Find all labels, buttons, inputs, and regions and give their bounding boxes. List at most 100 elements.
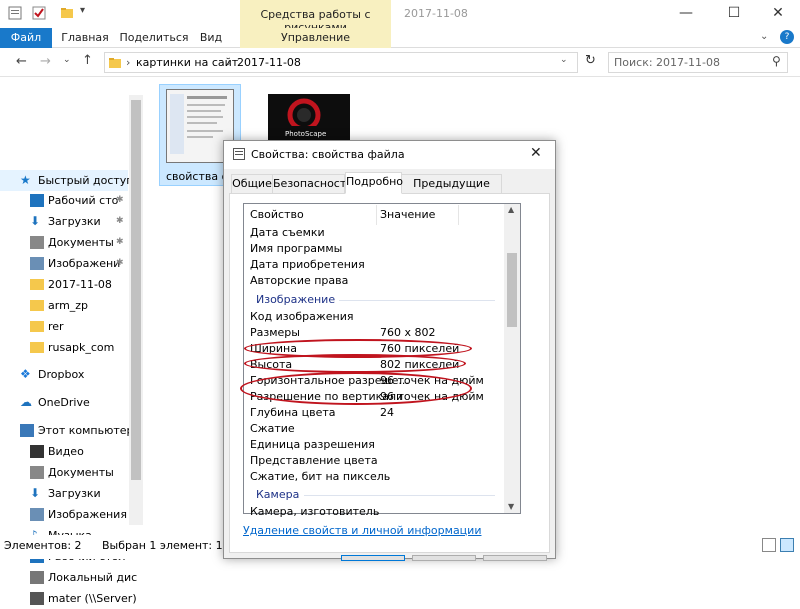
- minimize-button[interactable]: —: [664, 2, 708, 24]
- folder-icon: [30, 279, 44, 290]
- sidebar-item[interactable]: Документы ✱: [0, 232, 128, 253]
- sidebar-item-label: mater (\\Server): [48, 592, 137, 605]
- section-divider: [339, 300, 495, 301]
- sidebar-item[interactable]: Локальный дис: [0, 567, 137, 588]
- properties-icon: [233, 148, 245, 160]
- sidebar-item[interactable]: ⬇ Загрузки: [0, 483, 128, 504]
- close-button[interactable]: ✕: [756, 2, 800, 24]
- large-icons-view-icon[interactable]: [780, 538, 794, 552]
- folder-icon: [30, 342, 44, 353]
- sidebar-item[interactable]: Видео: [0, 441, 128, 462]
- pin-icon[interactable]: ✱: [116, 232, 124, 253]
- address-dropdown-icon[interactable]: ⌄: [560, 55, 568, 65]
- sidebar-item[interactable]: Этот компьютер: [0, 420, 134, 441]
- sidebar-item-label: Локальный дис: [48, 571, 138, 584]
- quick-access-dropdown[interactable]: ▾: [80, 5, 85, 16]
- tab-home[interactable]: Главная: [58, 28, 112, 48]
- breadcrumb-item[interactable]: картинки на сайт: [136, 56, 238, 69]
- column-header-value[interactable]: Значение: [380, 208, 435, 221]
- sidebar-item[interactable]: ⬇ Загрузки ✱: [0, 211, 128, 232]
- status-count: Элементов: 2: [4, 539, 82, 552]
- tab-view[interactable]: Вид: [196, 28, 226, 48]
- recent-dropdown-icon[interactable]: ⌄: [63, 55, 71, 65]
- sidebar-item-label: rer: [48, 320, 64, 333]
- property-name: Авторские права: [250, 274, 349, 287]
- sidebar-item-label: Документы: [48, 466, 114, 479]
- sidebar-item-label: Быстрый доступ: [38, 174, 134, 187]
- pin-icon[interactable]: ✱: [116, 253, 124, 274]
- sidebar-item[interactable]: ☁ OneDrive: [0, 392, 128, 413]
- sidebar-item[interactable]: rusapk_com: [0, 337, 128, 358]
- property-scrollbar-thumb[interactable]: [507, 253, 517, 327]
- sidebar-item-label: 2017-11-08: [48, 278, 112, 291]
- search-icon[interactable]: ⚲: [772, 54, 781, 68]
- apply-button[interactable]: [483, 555, 547, 561]
- back-icon[interactable]: ←: [16, 54, 27, 69]
- property-name: Представление цвета: [250, 454, 378, 467]
- property-name: Дата съемки: [250, 226, 325, 239]
- section-header: Камера: [256, 488, 300, 501]
- computer-icon: [20, 424, 34, 437]
- sidebar-item-label: OneDrive: [38, 396, 90, 409]
- sidebar-item[interactable]: Рабочий сто ✱: [0, 190, 128, 211]
- window-title: 2017-11-08: [404, 7, 468, 20]
- scroll-down-icon[interactable]: ▼: [508, 502, 514, 511]
- disk-icon: [30, 571, 44, 584]
- desktop-icon: [30, 194, 44, 207]
- tab-security[interactable]: Безопасность: [272, 174, 353, 194]
- sidebar-item-label: Документы: [48, 236, 114, 249]
- maximize-button[interactable]: ☐: [712, 2, 756, 24]
- sidebar-item[interactable]: rer: [0, 316, 128, 337]
- pin-icon[interactable]: ✱: [116, 211, 124, 232]
- sidebar-item-label: rusapk_com: [48, 341, 115, 354]
- sidebar-item[interactable]: ★ Быстрый доступ: [0, 170, 134, 191]
- tab-previous-versions[interactable]: Предыдущие версии: [401, 174, 502, 208]
- column-header-property[interactable]: Свойство: [250, 208, 304, 221]
- star-icon: ★: [20, 173, 31, 187]
- scroll-up-icon[interactable]: ▲: [508, 205, 514, 214]
- folder-icon[interactable]: [60, 6, 74, 20]
- network-drive-icon: [30, 592, 44, 605]
- property-name: Камера, изготовитель: [250, 505, 380, 518]
- sidebar-item[interactable]: 2017-11-08: [0, 274, 128, 295]
- breadcrumb-separator: ›: [227, 56, 232, 69]
- sidebar-item[interactable]: arm_zp: [0, 295, 128, 316]
- property-name: Сжатие, бит на пиксель: [250, 470, 391, 483]
- tab-share[interactable]: Поделиться: [118, 28, 190, 48]
- property-name: Сжатие: [250, 422, 295, 435]
- folder-icon: [30, 300, 44, 311]
- folder-icon: [30, 321, 44, 332]
- properties-icon[interactable]: [8, 6, 22, 20]
- sidebar-item-label: Изображения: [48, 508, 127, 521]
- column-divider: [376, 205, 377, 225]
- pin-icon[interactable]: ✱: [116, 190, 124, 211]
- nav-scrollbar-thumb[interactable]: [131, 100, 141, 480]
- forward-icon[interactable]: →: [40, 54, 51, 69]
- help-icon[interactable]: ?: [780, 30, 794, 44]
- ok-button[interactable]: [341, 555, 405, 561]
- tab-details[interactable]: Подробно: [345, 172, 403, 194]
- property-scrollbar[interactable]: [504, 204, 520, 513]
- sidebar-item[interactable]: Изображени ✱: [0, 253, 128, 274]
- sidebar-item-label: Изображени: [48, 257, 121, 270]
- up-icon[interactable]: ↑: [82, 53, 93, 68]
- remove-properties-link[interactable]: Удаление свойств и личной информации: [243, 524, 481, 537]
- sidebar-item[interactable]: mater (\\Server): [0, 588, 137, 609]
- details-view-icon[interactable]: [762, 538, 776, 552]
- sidebar-item[interactable]: Документы: [0, 462, 128, 483]
- sidebar-item[interactable]: ❖ Dropbox: [0, 364, 128, 385]
- property-name: Размеры: [250, 326, 300, 339]
- cancel-button[interactable]: [412, 555, 476, 561]
- dialog-close-icon[interactable]: ✕: [530, 145, 542, 161]
- refresh-icon[interactable]: ↻: [585, 53, 596, 68]
- highlight-oval-height: [244, 354, 466, 373]
- sidebar-item-label: arm_zp: [48, 299, 89, 312]
- tab-manage[interactable]: Управление: [240, 28, 391, 48]
- checkmark-icon[interactable]: [32, 6, 46, 20]
- tab-general[interactable]: Общие: [231, 174, 273, 194]
- documents-icon: [30, 466, 44, 479]
- sidebar-item[interactable]: Изображения: [0, 504, 128, 525]
- ribbon-expand-icon[interactable]: ⌄: [760, 31, 768, 42]
- tab-file[interactable]: Файл: [0, 28, 52, 48]
- breadcrumb-item[interactable]: 2017-11-08: [237, 56, 301, 69]
